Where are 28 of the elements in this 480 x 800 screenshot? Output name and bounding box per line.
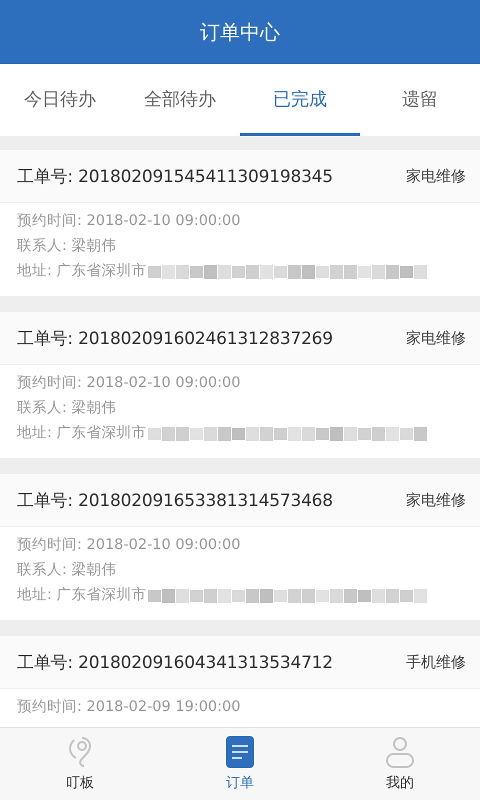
tab[interactable]: 全部待办 (120, 64, 240, 136)
address-text: 地址: 广东省深圳市 (17, 586, 146, 605)
tab[interactable]: 今日待办 (0, 64, 120, 136)
appointment-time: 预约时间: 2018-02-09 19:00:00 (17, 698, 240, 717)
contact-name: 联系人: 梁朝伟 (17, 398, 116, 418)
nav-tab[interactable]: 我的 (320, 728, 480, 800)
page-title: 订单中心 (200, 18, 280, 46)
category-label: 家电维修 (406, 166, 466, 186)
category-label: 家电维修 (406, 490, 466, 510)
tab[interactable]: 已完成 (240, 64, 360, 136)
contact-name: 联系人: 梁朝伟 (17, 236, 116, 256)
nav-tab[interactable]: 叮板 (0, 728, 160, 800)
category-label: 手机维修 (406, 652, 466, 672)
document-icon (226, 736, 254, 768)
order-number: 工单号: 201802091545411309198345 (17, 166, 333, 188)
appointment-time: 预约时间: 2018-02-10 09:00:00 (17, 536, 240, 555)
address-text: 地址: 广东省深圳市 (17, 424, 146, 443)
order-number: 工单号: 201802091653381314573468 (17, 490, 333, 512)
nav-tab[interactable]: 订单 (160, 728, 320, 800)
order-number: 工单号: 201802091604341313534712 (17, 652, 333, 674)
address-text: 地址: 广东省深圳市 (17, 262, 146, 281)
person-icon (385, 736, 415, 768)
tab[interactable]: 遗留 (360, 64, 480, 136)
category-label: 家电维修 (406, 328, 466, 348)
appointment-time: 预约时间: 2018-02-10 09:00:00 (17, 212, 240, 231)
appointment-time: 预约时间: 2018-02-10 09:00:00 (17, 374, 240, 393)
contact-name: 联系人: 梁朝伟 (17, 560, 116, 580)
order-number: 工单号: 201802091602461312837269 (17, 328, 333, 350)
